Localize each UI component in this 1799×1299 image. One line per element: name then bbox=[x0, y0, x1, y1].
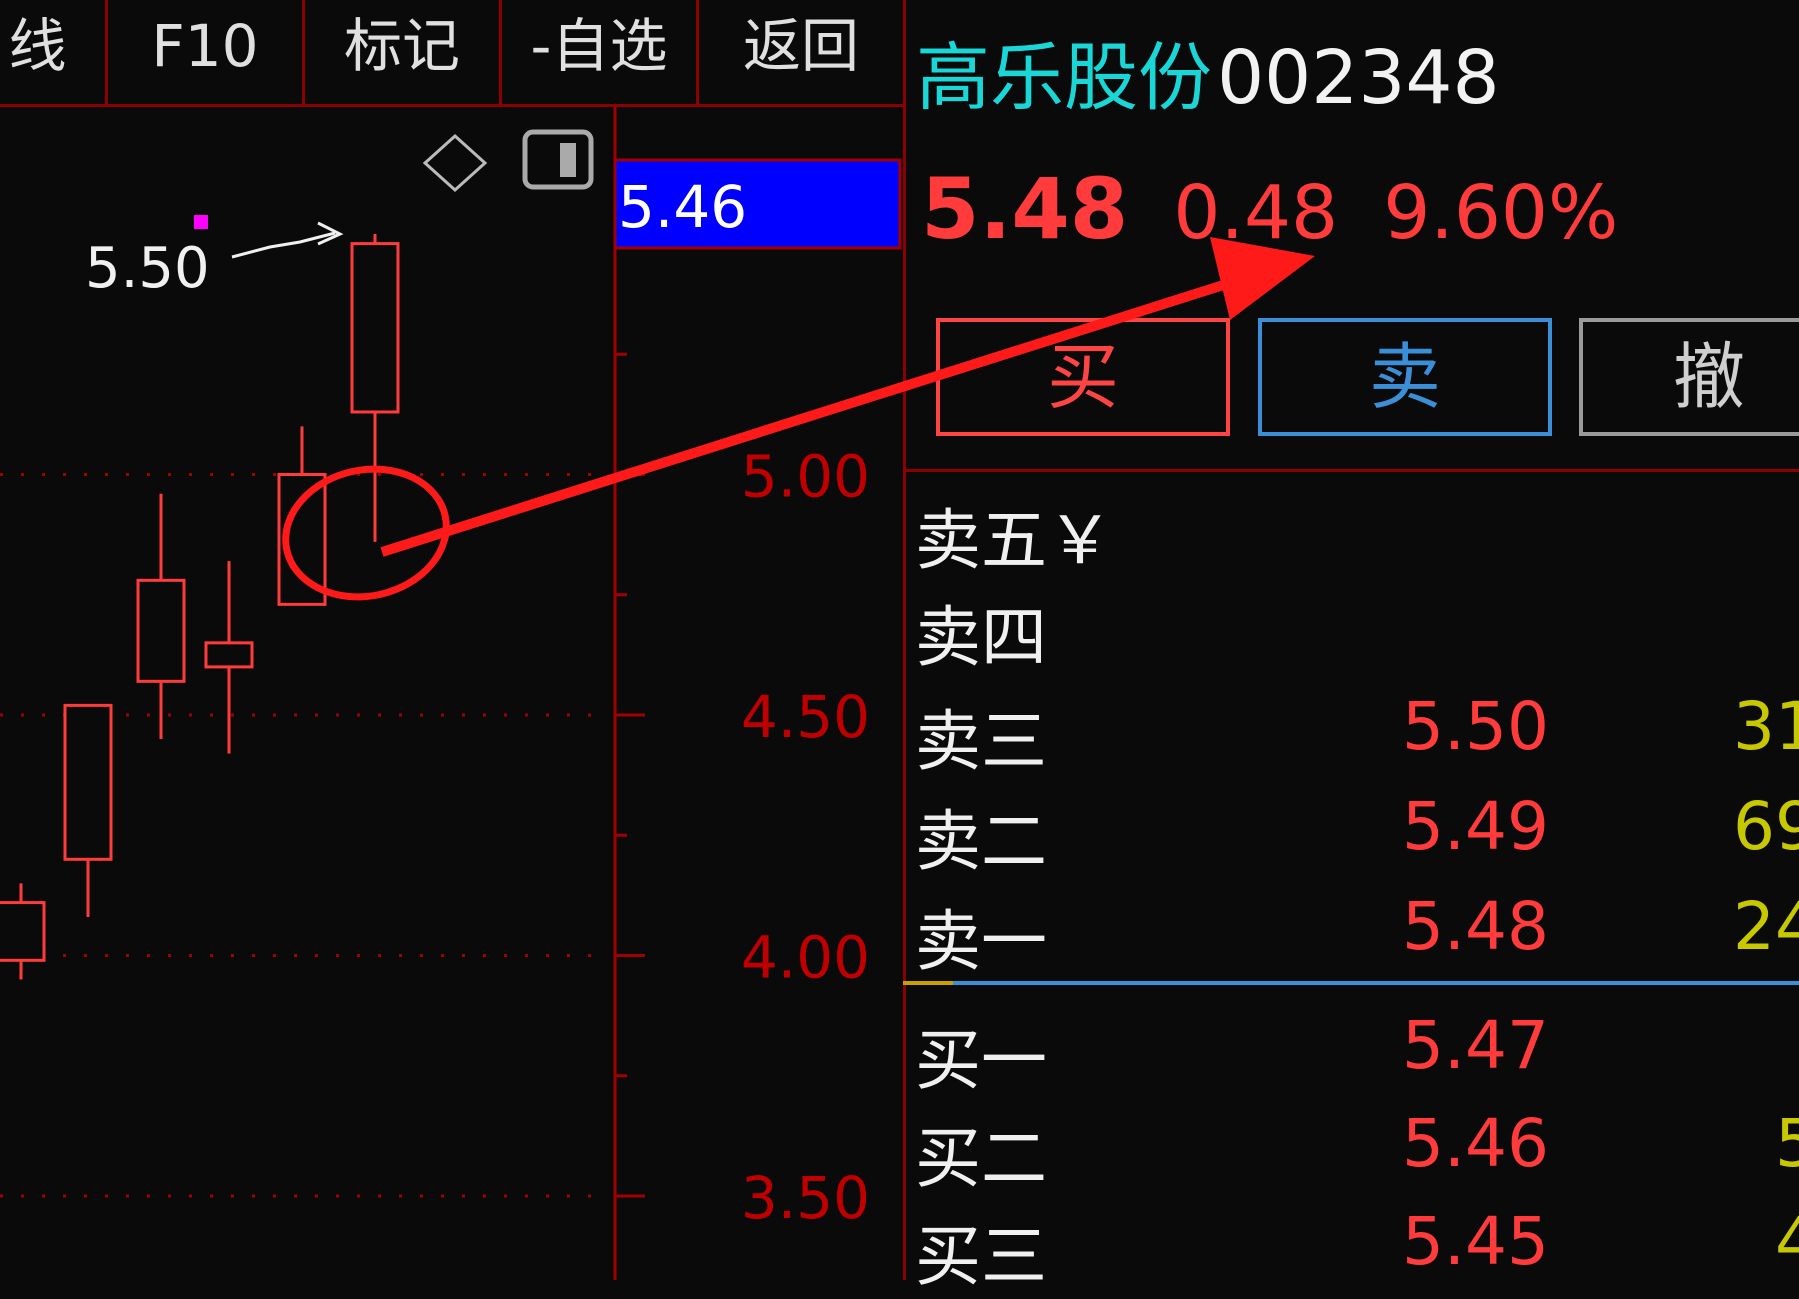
toolbar: 线 F10 标记 -自选 返回 bbox=[0, 0, 903, 107]
candle-body bbox=[350, 242, 400, 414]
stock-code: 002348 bbox=[1217, 35, 1500, 121]
y-tick-label: 5.00 bbox=[741, 443, 870, 511]
bid3-price[interactable]: 5.45 bbox=[1402, 1203, 1549, 1280]
sell-button[interactable]: 卖 bbox=[1258, 318, 1552, 436]
bid2-volume: 50 bbox=[1775, 1105, 1799, 1182]
candle-body bbox=[136, 578, 186, 683]
y-tick-label: 3.50 bbox=[741, 1164, 870, 1232]
y-tick-label: 4.50 bbox=[741, 683, 870, 751]
panel-divider bbox=[903, 469, 1799, 472]
kline-chart[interactable]: 3.50 4.00 4.50 5.00 5.46 5.50 bbox=[0, 107, 903, 1280]
tab-mark[interactable]: 标记 bbox=[305, 0, 502, 104]
ask3-label: 卖三 bbox=[915, 703, 1047, 780]
ask1-label: 卖一 bbox=[915, 903, 1047, 980]
bid2-label: 买二 bbox=[915, 1120, 1047, 1197]
price-change-pct: 9.60% bbox=[1383, 170, 1619, 256]
candlestick[interactable] bbox=[136, 493, 186, 740]
tab-watchlist[interactable]: -自选 bbox=[502, 0, 699, 104]
bid-ask-divider bbox=[903, 981, 1799, 985]
cancel-button[interactable]: 撤 bbox=[1579, 318, 1799, 436]
price-highlight-label: 5.46 bbox=[618, 173, 747, 241]
candle-body bbox=[204, 641, 254, 669]
ask2-label: 卖二 bbox=[915, 803, 1047, 880]
ask2-price[interactable]: 5.49 bbox=[1402, 788, 1549, 865]
bid1-volume: 7 bbox=[1659, 1007, 1799, 1084]
ask2-volume: 697 bbox=[1733, 788, 1799, 865]
candle-body bbox=[277, 473, 327, 606]
buy-button[interactable]: 买 bbox=[936, 318, 1230, 436]
high-pointer-arrow bbox=[231, 221, 344, 259]
last-price: 5.48 bbox=[921, 160, 1129, 258]
candlestick[interactable] bbox=[277, 426, 327, 606]
bid1-price[interactable]: 5.47 bbox=[1402, 1007, 1549, 1084]
bid3-volume: 40 bbox=[1775, 1203, 1799, 1280]
tab-kline[interactable]: 线 bbox=[0, 0, 108, 104]
candle-body bbox=[0, 901, 46, 962]
panel-toggle-icon[interactable] bbox=[522, 129, 594, 190]
stock-name: 高乐股份 bbox=[916, 35, 1212, 121]
candlestick[interactable] bbox=[0, 883, 46, 980]
high-annotation: 5.50 bbox=[85, 236, 210, 301]
ask4-label: 卖四 bbox=[915, 599, 1047, 676]
ask1-volume: 247 bbox=[1733, 888, 1799, 965]
price-change: 0.48 bbox=[1173, 170, 1339, 256]
high-marker bbox=[194, 215, 208, 229]
bid2-price[interactable]: 5.46 bbox=[1402, 1105, 1549, 1182]
candlestick[interactable] bbox=[204, 561, 254, 754]
diamond-icon[interactable] bbox=[422, 133, 488, 193]
bid3-label: 买三 bbox=[915, 1218, 1047, 1295]
tab-f10[interactable]: F10 bbox=[108, 0, 305, 104]
y-tick-label: 4.00 bbox=[741, 924, 870, 992]
candlestick[interactable] bbox=[350, 234, 400, 542]
ask1-price[interactable]: 5.48 bbox=[1402, 888, 1549, 965]
ask3-volume: 310 bbox=[1733, 688, 1799, 765]
candlestick[interactable] bbox=[63, 703, 113, 918]
ask3-price[interactable]: 5.50 bbox=[1402, 688, 1549, 765]
candle-body bbox=[63, 703, 113, 861]
ask5-label: 卖五￥ bbox=[915, 502, 1113, 579]
divider-accent bbox=[903, 981, 953, 985]
bid1-label: 买一 bbox=[915, 1022, 1047, 1099]
tab-back[interactable]: 返回 bbox=[699, 0, 903, 104]
